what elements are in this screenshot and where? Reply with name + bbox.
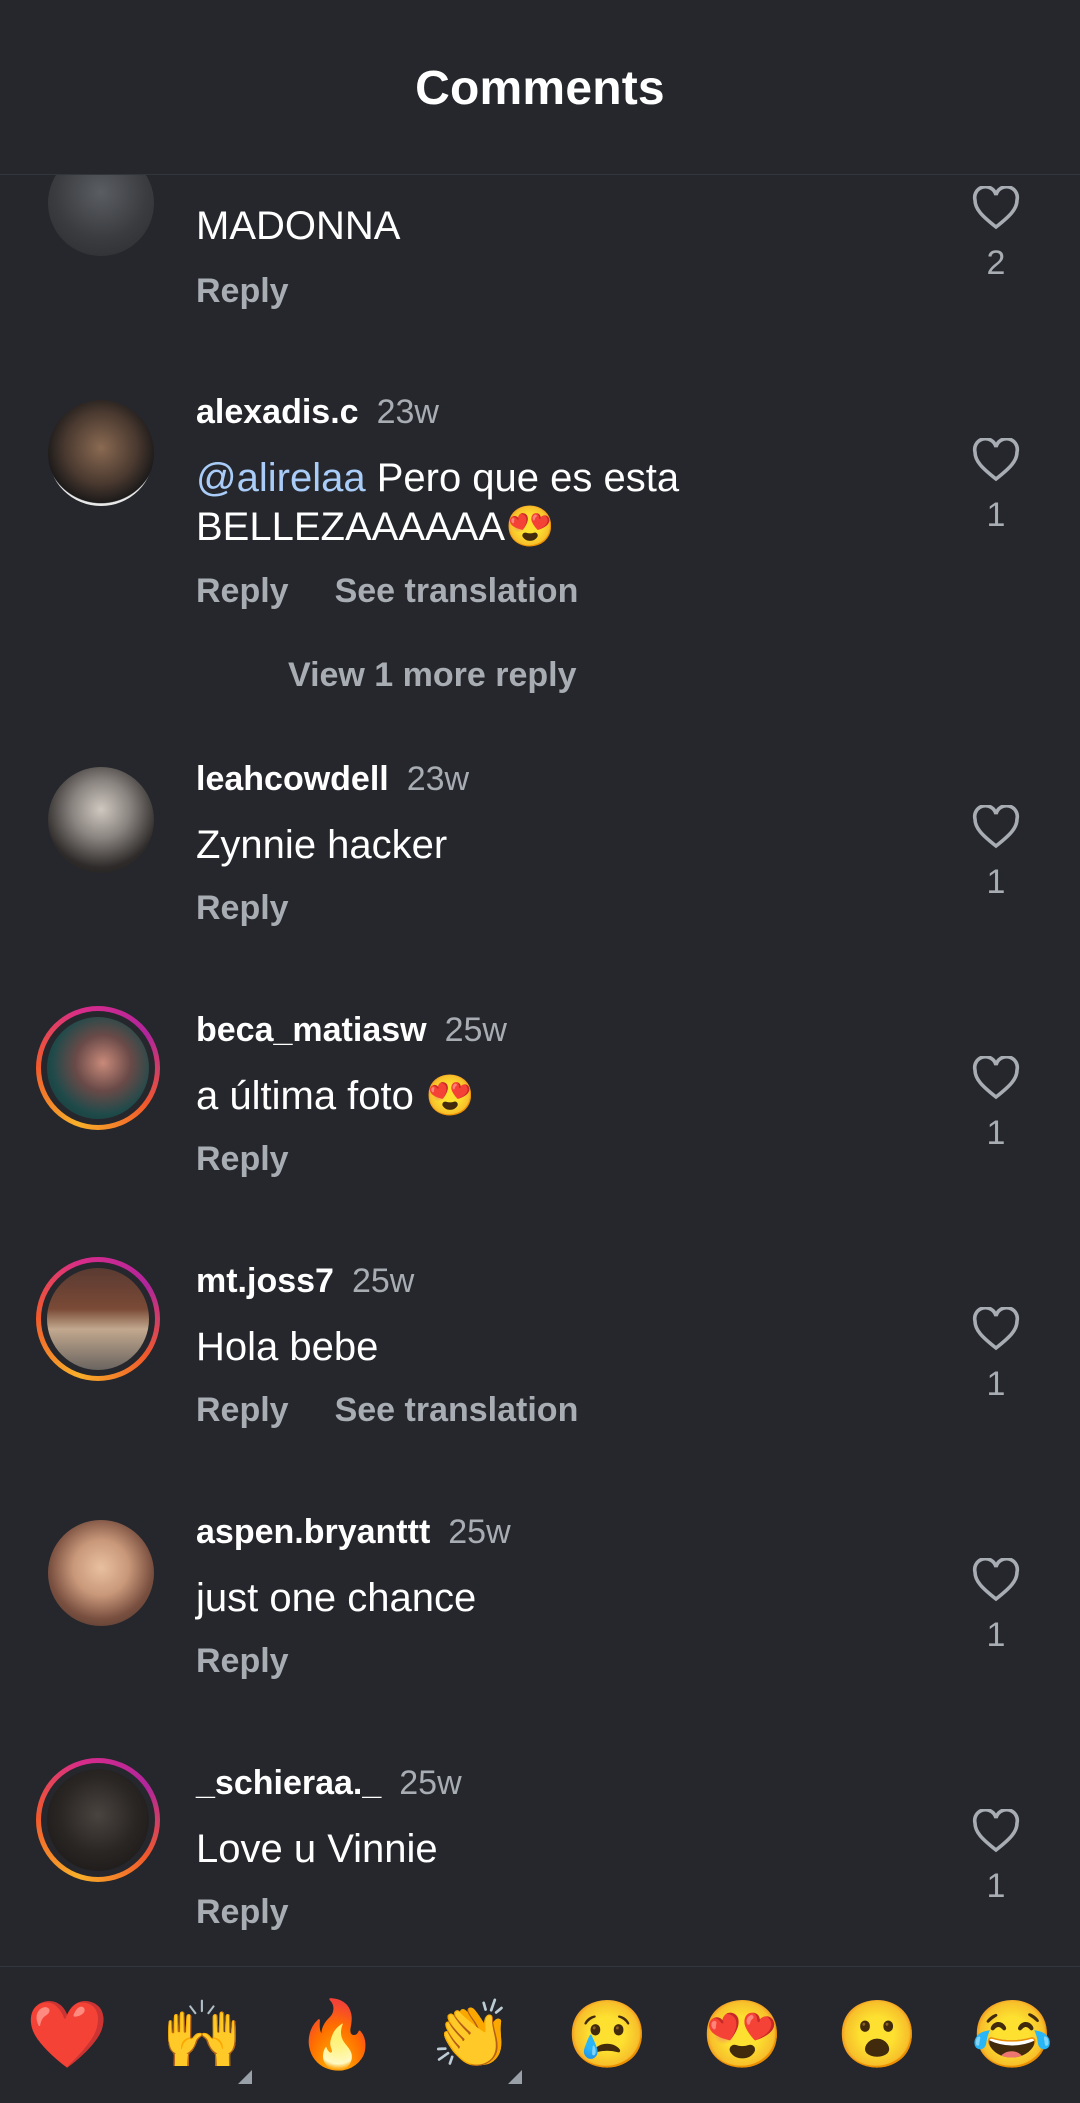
comments-header: Comments	[0, 0, 1080, 175]
heart-icon	[972, 438, 1020, 482]
reply-button[interactable]: Reply	[196, 272, 289, 310]
like-button[interactable]: 1	[970, 438, 1022, 535]
heart-icon	[972, 1056, 1020, 1100]
view-more-replies-button[interactable]: View 1 more reply	[288, 656, 577, 695]
comments-list[interactable]: MADONNA Reply 2 alexadis.c 23w @alirelaa …	[0, 0, 1080, 1966]
emoji-clapping-button[interactable]: 👏	[418, 1996, 528, 2084]
like-button[interactable]: 1	[970, 1809, 1022, 1906]
comment-actions: Reply See translation	[196, 1391, 624, 1430]
like-count: 1	[986, 1365, 1006, 1403]
comment-actions: Reply	[196, 1893, 335, 1932]
emoji-raising-hands-button[interactable]: 🙌	[148, 1996, 258, 2084]
like-count: 1	[986, 863, 1006, 901]
timestamp: 23w	[376, 393, 439, 431]
emoji-heart-button[interactable]: ❤️	[13, 1996, 123, 2074]
like-count: 1	[986, 496, 1006, 534]
like-count: 1	[986, 1114, 1006, 1152]
comment-meta: alexadis.c 23w	[196, 393, 439, 432]
reply-button[interactable]: Reply	[196, 889, 289, 927]
emoji-reaction-bar: ❤️ 🙌 🔥 👏 😢 😍 😮 😂	[0, 1966, 1080, 2103]
like-button[interactable]: 1	[970, 805, 1022, 902]
username[interactable]: alexadis.c	[196, 393, 359, 431]
skin-tone-indicator-icon	[237, 2070, 252, 2084]
avatar[interactable]	[48, 767, 154, 873]
clapping-hands-icon: 👏	[431, 1997, 514, 2071]
like-count: 1	[986, 1616, 1006, 1654]
mention-link[interactable]: @alirelaa	[196, 456, 366, 500]
reply-button[interactable]: Reply	[196, 1642, 289, 1680]
avatar[interactable]	[48, 400, 154, 506]
comment-text: MADONNA	[196, 204, 401, 248]
avatar-with-story-ring[interactable]	[36, 1006, 160, 1130]
timestamp: 25w	[448, 1513, 511, 1551]
reply-button[interactable]: Reply	[196, 1140, 289, 1178]
comment-actions: Reply	[196, 889, 335, 928]
heart-icon	[972, 1809, 1020, 1853]
comment-meta: leahcowdell 23w	[196, 760, 469, 799]
raising-hands-icon: 🙌	[161, 1997, 244, 2071]
comment-meta: mt.joss7 25w	[196, 1262, 414, 1301]
emoji-surprised-button[interactable]: 😮	[823, 1996, 933, 2074]
like-count: 2	[986, 244, 1006, 282]
username[interactable]: _schieraa._	[196, 1764, 381, 1802]
like-button[interactable]: 1	[970, 1056, 1022, 1153]
username[interactable]: leahcowdell	[196, 760, 389, 798]
comment-text: just one chance	[196, 1576, 477, 1620]
skin-tone-indicator-icon	[507, 2070, 522, 2084]
like-button[interactable]: 1	[970, 1307, 1022, 1404]
like-count: 1	[986, 1867, 1006, 1905]
comment-meta: aspen.bryanttt 25w	[196, 1513, 511, 1552]
page-title: Comments	[415, 61, 665, 115]
emoji-heart-eyes-button[interactable]: 😍	[688, 1996, 798, 2074]
see-translation-button[interactable]: See translation	[335, 572, 579, 610]
comment-meta: _schieraa._ 25w	[196, 1764, 462, 1803]
heart-icon	[972, 1307, 1020, 1351]
timestamp: 25w	[444, 1011, 507, 1049]
avatar-with-story-ring[interactable]	[36, 1257, 160, 1381]
reply-button[interactable]: Reply	[196, 1391, 289, 1429]
comment-text: Love u Vinnie	[196, 1827, 438, 1871]
comment-text: @alirelaa Pero que es esta BELLEZAAAAAA😍	[196, 454, 756, 552]
username[interactable]: aspen.bryanttt	[196, 1513, 430, 1551]
see-translation-button[interactable]: See translation	[335, 1391, 579, 1429]
comment-actions: Reply See translation	[196, 572, 624, 611]
like-button[interactable]: 2	[970, 186, 1022, 283]
comment-text: Hola bebe	[196, 1325, 379, 1369]
timestamp: 25w	[399, 1764, 462, 1802]
comment-text: Zynnie hacker	[196, 823, 448, 867]
timestamp: 25w	[351, 1262, 415, 1300]
reply-button[interactable]: Reply	[196, 1893, 289, 1931]
emoji-fire-button[interactable]: 🔥	[283, 1996, 393, 2074]
comment-actions: Reply	[196, 272, 335, 311]
username[interactable]: beca_matiasw	[196, 1011, 427, 1049]
avatar[interactable]	[48, 1520, 154, 1626]
comment-meta: beca_matiasw 25w	[196, 1011, 507, 1050]
avatar-with-story-ring[interactable]	[36, 1758, 160, 1882]
heart-icon	[972, 186, 1020, 230]
heart-icon	[972, 805, 1020, 849]
comment-actions: Reply	[196, 1140, 335, 1179]
like-button[interactable]: 1	[970, 1558, 1022, 1655]
emoji-laughing-button[interactable]: 😂	[958, 1996, 1068, 2074]
comment-actions: Reply	[196, 1642, 335, 1681]
username[interactable]: mt.joss7	[196, 1262, 334, 1300]
comment-text: a última foto 😍	[196, 1074, 475, 1118]
emoji-crying-button[interactable]: 😢	[553, 1996, 663, 2074]
reply-button[interactable]: Reply	[196, 572, 289, 610]
heart-icon	[972, 1558, 1020, 1602]
timestamp: 23w	[406, 760, 470, 798]
